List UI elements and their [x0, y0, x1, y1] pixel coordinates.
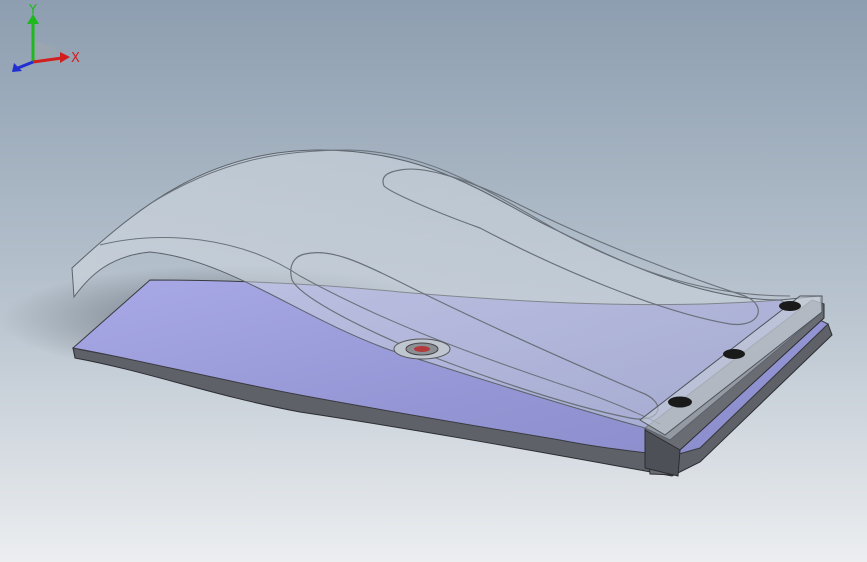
- bolt-middle[interactable]: [723, 349, 745, 359]
- center-hole[interactable]: [393, 338, 451, 360]
- graphics-viewport[interactable]: Y X: [0, 0, 867, 562]
- reference-triad: Y X: [12, 3, 80, 72]
- model-canvas[interactable]: [0, 0, 867, 562]
- x-axis-arrow: [60, 52, 70, 63]
- bolt-bottom[interactable]: [668, 396, 692, 408]
- y-axis-label: Y: [28, 3, 37, 18]
- x-axis-label: X: [71, 51, 80, 66]
- z-axis-line: [17, 60, 34, 70]
- bolt-top[interactable]: [779, 301, 801, 311]
